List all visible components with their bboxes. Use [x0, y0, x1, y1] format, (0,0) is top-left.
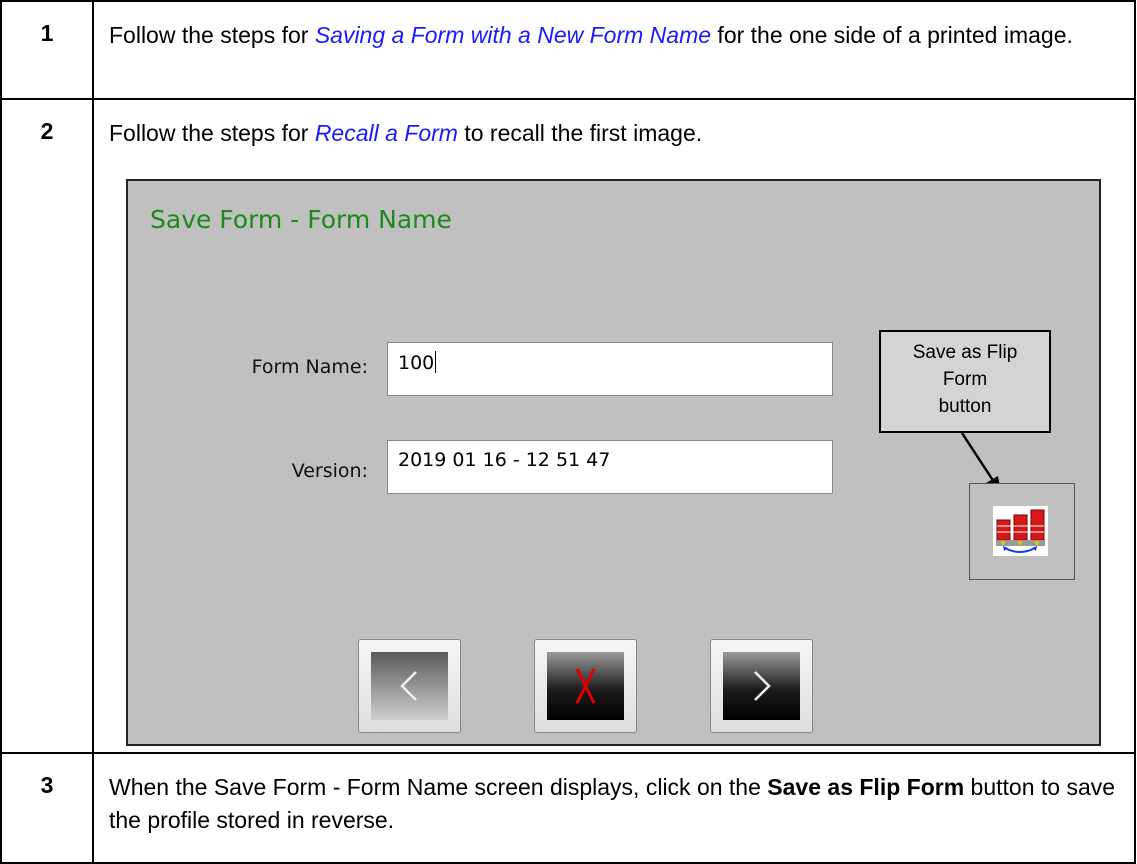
step-number: 3	[40, 772, 54, 798]
step-number-cell: 1	[2, 2, 94, 98]
next-button-face	[723, 652, 800, 720]
next-button[interactable]	[710, 639, 813, 733]
x-icon	[575, 668, 596, 704]
recall-form-link[interactable]: Recall a Form	[315, 120, 458, 146]
screen-title: Save Form - Form Name	[150, 205, 452, 234]
chevron-left-icon	[400, 671, 417, 701]
version-label: Version:	[291, 460, 368, 482]
back-button-face	[371, 652, 448, 720]
step-text: Follow the steps for Recall a Form to re…	[109, 117, 1120, 150]
instructions-table: 1 Follow the steps for Saving a Form wit…	[0, 0, 1136, 864]
cancel-button[interactable]	[534, 639, 637, 733]
step-text-before: Follow the steps for	[109, 120, 315, 146]
step-text-before: Follow the steps for	[109, 22, 315, 48]
step-number: 2	[40, 118, 54, 144]
step-number-cell: 2	[2, 100, 94, 752]
save-as-flip-form-button[interactable]	[969, 483, 1075, 580]
step-text: Follow the steps for Saving a Form with …	[109, 19, 1120, 52]
form-name-value: 100	[398, 352, 435, 374]
callout-line: Save as Flip	[912, 342, 1018, 363]
step-text-before: When the Save Form - Form Name screen di…	[109, 774, 768, 800]
version-input[interactable]: 2019 01 16 - 12 51 47	[387, 440, 833, 494]
step-text-after: for the one side of a printed image.	[711, 22, 1073, 48]
step-number: 1	[40, 20, 54, 46]
step-row-3: 3 When the Save Form - Form Name screen …	[0, 754, 1136, 864]
callout-line: button	[938, 396, 992, 417]
step-number-cell: 3	[2, 754, 94, 862]
back-button[interactable]	[358, 639, 461, 733]
flip-form-icon	[993, 506, 1048, 556]
step-text: When the Save Form - Form Name screen di…	[109, 771, 1120, 837]
step-text-after: to recall the first image.	[457, 120, 703, 146]
callout-line: Form	[942, 369, 988, 390]
form-name-input[interactable]: 100	[387, 342, 833, 396]
chevron-right-icon	[754, 671, 771, 701]
form-name-label: Form Name:	[251, 356, 368, 378]
text-caret	[435, 351, 437, 373]
cancel-button-face	[547, 652, 624, 720]
saving-form-link[interactable]: Saving a Form with a New Form Name	[315, 22, 711, 48]
version-value: 2019 01 16 - 12 51 47	[398, 449, 611, 471]
flip-form-callout: Save as Flip Form button	[879, 330, 1051, 433]
step-text-bold: Save as Flip Form	[767, 774, 965, 800]
save-form-screen: Save Form - Form Name Form Name: 100 Ver…	[126, 179, 1101, 746]
step-row-1: 1 Follow the steps for Saving a Form wit…	[0, 0, 1136, 100]
